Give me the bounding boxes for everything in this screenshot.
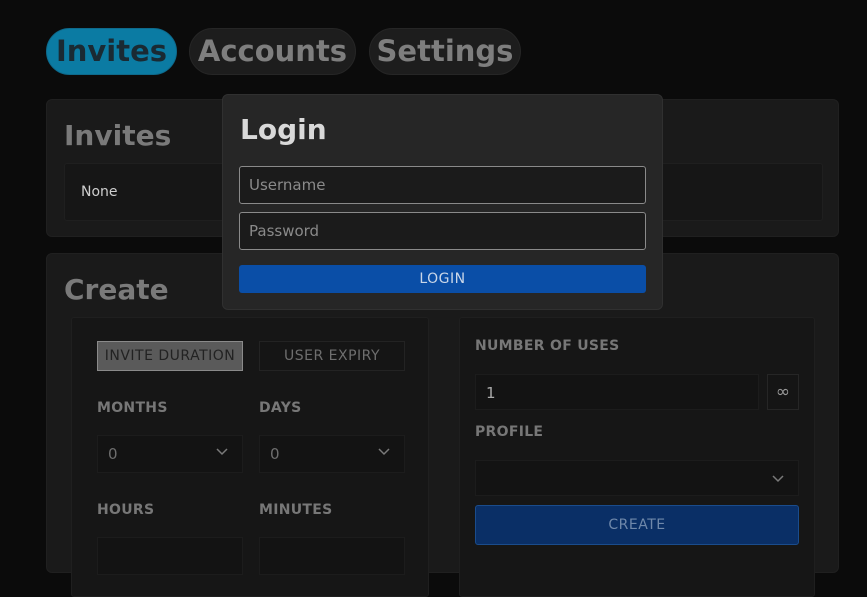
create-button[interactable]: CREATE: [475, 505, 799, 545]
profile-select[interactable]: [475, 460, 799, 496]
infinity-button[interactable]: ∞: [767, 374, 799, 410]
login-title: Login: [240, 113, 327, 146]
tab-settings[interactable]: Settings: [369, 28, 521, 75]
uses-panel: NUMBER OF USES 1 ∞ PROFILE CREATE: [459, 317, 815, 597]
create-title: Create: [64, 273, 169, 306]
months-label: MONTHS: [97, 400, 168, 416]
days-value: 0: [270, 445, 280, 463]
months-select[interactable]: 0: [97, 435, 243, 473]
invites-empty-text: None: [81, 184, 118, 200]
password-input[interactable]: [239, 212, 646, 250]
minutes-select[interactable]: [259, 537, 405, 575]
tab-accounts[interactable]: Accounts: [189, 28, 356, 75]
user-expiry-toggle[interactable]: USER EXPIRY: [259, 341, 405, 371]
tab-invites[interactable]: Invites: [46, 28, 177, 75]
hours-select[interactable]: [97, 537, 243, 575]
duration-panel: INVITE DURATION USER EXPIRY MONTHS DAYS …: [71, 317, 429, 597]
profile-label: PROFILE: [475, 424, 544, 440]
days-select[interactable]: 0: [259, 435, 405, 473]
months-value: 0: [108, 445, 118, 463]
days-label: DAYS: [259, 400, 302, 416]
hours-label: HOURS: [97, 502, 155, 518]
chevron-down-icon: [772, 475, 784, 483]
username-input[interactable]: [239, 166, 646, 204]
infinity-icon: ∞: [775, 382, 791, 402]
chevron-down-icon: [216, 448, 228, 456]
number-of-uses-label: NUMBER OF USES: [475, 338, 620, 354]
invites-title: Invites: [64, 119, 172, 152]
login-button[interactable]: LOGIN: [239, 265, 646, 293]
minutes-label: MINUTES: [259, 502, 333, 518]
chevron-down-icon: [378, 448, 390, 456]
invite-duration-toggle[interactable]: INVITE DURATION: [97, 341, 243, 371]
number-of-uses-input[interactable]: 1: [475, 374, 759, 410]
number-of-uses-value: 1: [486, 384, 496, 402]
login-modal: Login LOGIN: [222, 94, 663, 310]
